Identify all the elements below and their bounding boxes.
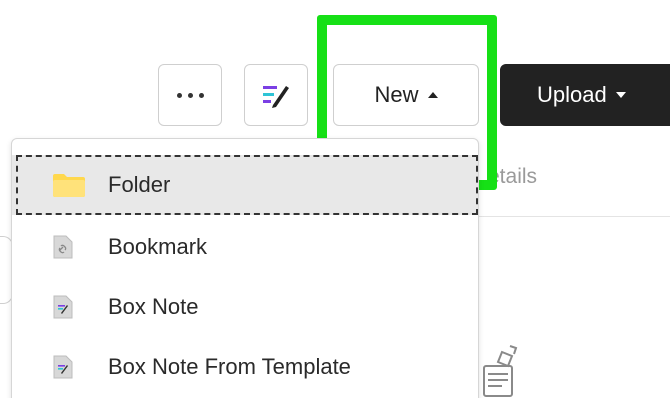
- menu-item-bookmark[interactable]: Bookmark: [12, 217, 478, 277]
- more-dots-icon: [176, 92, 204, 98]
- tab-divider: [470, 216, 670, 217]
- bookmark-icon: [53, 235, 73, 259]
- menu-item-label: Box Note: [108, 294, 199, 319]
- empty-state-illustration-icon: [483, 345, 518, 397]
- menu-item-label: Folder: [108, 172, 171, 197]
- menu-item-label: Bookmark: [108, 234, 208, 259]
- upload-button-label: Upload: [537, 82, 607, 107]
- box-note-icon: [53, 295, 73, 319]
- box-note-template-icon: [53, 355, 73, 379]
- box-note-button[interactable]: [244, 64, 308, 126]
- more-options-button[interactable]: [158, 64, 222, 126]
- menu-item-box-note-from-template[interactable]: Box Note From Template: [12, 337, 478, 397]
- upload-button[interactable]: Upload: [500, 64, 670, 126]
- caret-down-icon: [615, 92, 626, 98]
- new-dropdown-menu: Folder Bookmark Box Note Box Note From T…: [11, 138, 479, 398]
- folder-icon: [53, 174, 85, 197]
- menu-item-folder[interactable]: Folder: [12, 155, 478, 215]
- box-note-pen-icon: [263, 86, 289, 108]
- menu-item-box-note[interactable]: Box Note: [12, 277, 478, 337]
- menu-item-label: Box Note From Template: [108, 354, 351, 379]
- page: etails New Upload Folder Bookmark Box No…: [0, 0, 670, 398]
